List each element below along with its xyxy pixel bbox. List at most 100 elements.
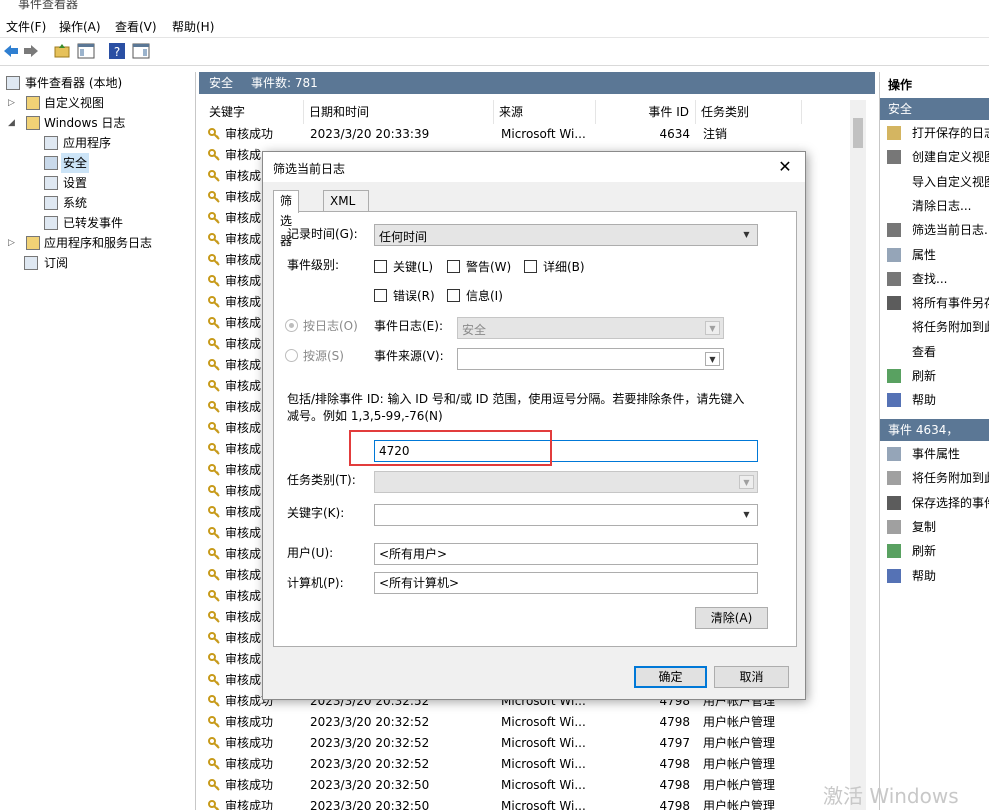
action-item[interactable]: 刷新 <box>880 365 989 387</box>
menu-file[interactable]: 文件(F) <box>6 18 46 35</box>
actions-section-log[interactable]: 安全 <box>880 98 989 120</box>
action-item[interactable]: 事件属性 <box>880 443 989 465</box>
task-category-select[interactable]: ▼ <box>374 471 758 493</box>
back-arrow-icon[interactable] <box>2 42 20 60</box>
column-source[interactable]: 来源 <box>494 100 596 124</box>
logged-select[interactable]: 任何时间 ▼ <box>374 224 758 246</box>
cell-datetime: 2023/3/20 20:32:50 <box>310 778 430 792</box>
table-row[interactable]: 审核成功 2023/3/20 20:33:39 Microsoft Wi... 463… <box>204 124 804 145</box>
menu-bar: 文件(F) 操作(A) 查看(V) 帮助(H) <box>0 14 989 38</box>
scrollbar-thumb[interactable] <box>853 118 863 148</box>
help-icon[interactable]: ? <box>108 42 126 60</box>
event-logs-select[interactable]: 安全 ▼ <box>457 317 724 339</box>
forward-arrow-icon[interactable] <box>22 42 40 60</box>
checkbox-critical[interactable] <box>374 260 387 273</box>
column-event-id[interactable]: 事件 ID <box>596 100 696 124</box>
menu-action[interactable]: 操作(A) <box>59 18 101 35</box>
menu-view[interactable]: 查看(V) <box>115 18 157 35</box>
computer-input[interactable]: <所有计算机> <box>374 572 758 594</box>
cell-task-category: 用户帐户管理 <box>703 715 776 729</box>
user-input[interactable]: <所有用户> <box>374 543 758 565</box>
user-value: <所有用户> <box>379 547 448 561</box>
cell-keyword: 审核成 <box>225 610 262 624</box>
tab-filter[interactable]: 筛选器 <box>273 190 300 248</box>
actions-section-event[interactable]: 事件 4634，Micro <box>880 419 989 459</box>
action-item[interactable]: 将所有事件另存 <box>880 292 989 314</box>
keywords-select[interactable]: ▼ <box>374 504 758 526</box>
navigation-tree: 事件查看器 (本地) ▷ 自定义视图 ◢ Windows 日志 应用程序 安全 … <box>0 72 196 810</box>
table-row[interactable]: 审核成功 2023/3/20 20:32:52 Microsoft Wi... 479… <box>204 733 804 754</box>
dialog-title-bar: 筛选当前日志 ✕ <box>263 152 805 182</box>
checkbox-error[interactable] <box>374 289 387 302</box>
tree-log-security[interactable]: 安全 <box>44 153 104 173</box>
action-label: 保存选择的事件 <box>912 495 989 510</box>
folder-up-icon[interactable] <box>53 42 71 60</box>
action-item[interactable]: 导入自定义视图 <box>880 171 989 193</box>
keywords-label: 关键字(K): <box>287 506 345 520</box>
event-sources-select[interactable]: ▼ <box>457 348 724 370</box>
tree-windows-logs[interactable]: ◢ Windows 日志 <box>8 113 188 133</box>
action-item[interactable]: 清除日志... <box>880 195 989 217</box>
folder-icon <box>26 236 40 250</box>
action-item[interactable]: 保存选择的事件 <box>880 492 989 514</box>
action-item[interactable]: 查找... <box>880 268 989 290</box>
action-item[interactable]: 将任务附加到此 <box>880 467 989 489</box>
cell-keyword: 审核成 <box>225 631 262 645</box>
event-list-header: 安全 事件数: 781 <box>199 72 875 94</box>
action-item[interactable]: 帮助 <box>880 389 989 411</box>
action-label: 筛选当前日志... <box>912 223 989 238</box>
checkbox-warning[interactable] <box>447 260 460 273</box>
copy-icon <box>887 519 901 534</box>
key-icon <box>208 527 220 539</box>
table-row[interactable]: 审核成功 2023/3/20 20:32:52 Microsoft Wi... 479… <box>204 754 804 775</box>
tree-app-service-logs[interactable]: ▷ 应用程序和服务日志 <box>8 233 194 253</box>
checkbox-information[interactable] <box>447 289 460 302</box>
checkbox-verbose[interactable] <box>524 260 537 273</box>
cell-keyword: 审核成 <box>225 148 262 162</box>
table-row[interactable]: 审核成功 2023/3/20 20:32:52 Microsoft Wi... 479… <box>204 712 804 733</box>
action-label: 复制 <box>912 519 937 534</box>
key-icon <box>208 506 220 518</box>
tree-app-service-logs-label: 应用程序和服务日志 <box>44 236 153 250</box>
table-row[interactable]: 审核成功 2023/3/20 20:32:50 Microsoft Wi... 479… <box>204 775 804 796</box>
action-item[interactable]: 查看 <box>880 341 989 363</box>
computer-label: 计算机(P): <box>287 576 344 590</box>
expand-icon[interactable]: ▷ <box>8 233 18 253</box>
column-task-category[interactable]: 任务类别 <box>696 100 802 124</box>
cell-keyword: 审核成功 <box>225 715 274 729</box>
radio-by-source[interactable] <box>285 349 298 362</box>
cancel-button[interactable]: 取消 <box>714 666 789 688</box>
action-item[interactable]: 帮助 <box>880 565 989 587</box>
action-item[interactable]: 筛选当前日志... <box>880 219 989 241</box>
action-item[interactable]: 刷新 <box>880 540 989 562</box>
action-item[interactable]: 将任务附加到此 <box>880 316 989 338</box>
expand-icon[interactable]: ▷ <box>8 93 18 113</box>
vertical-scrollbar[interactable] <box>850 100 866 810</box>
action-item[interactable]: 复制 <box>880 516 989 538</box>
cell-keyword: 审核成 <box>225 232 262 246</box>
show-hide-tree-icon[interactable] <box>77 42 95 60</box>
tree-log-forwarded[interactable]: 已转发事件 <box>44 213 164 233</box>
column-datetime[interactable]: 日期和时间 <box>304 100 494 124</box>
action-item[interactable]: 创建自定义视图 <box>880 146 989 168</box>
radio-by-log[interactable] <box>285 319 298 332</box>
collapse-icon[interactable]: ◢ <box>8 113 18 133</box>
key-icon <box>208 275 220 287</box>
show-hide-action-pane-icon[interactable] <box>132 42 150 60</box>
tree-root-label: 事件查看器 (本地) <box>25 76 123 90</box>
folder-icon <box>26 116 40 130</box>
tab-xml[interactable]: XML <box>323 190 369 212</box>
menu-help[interactable]: 帮助(H) <box>172 18 214 35</box>
chevron-down-icon: ▼ <box>743 230 750 239</box>
tree-custom-views[interactable]: ▷ 自定义视图 <box>8 93 188 113</box>
column-keyword[interactable]: 关键字 <box>204 100 304 124</box>
event-logs-label: 事件日志(E): <box>374 319 443 333</box>
action-item[interactable]: 打开保存的日志 <box>880 122 989 144</box>
close-icon[interactable]: ✕ <box>775 157 795 177</box>
action-item[interactable]: 属性 <box>880 244 989 266</box>
log-icon <box>44 176 58 190</box>
ok-button[interactable]: 确定 <box>634 666 707 688</box>
clear-button[interactable]: 清除(A) <box>695 607 768 629</box>
table-row[interactable]: 审核成功 2023/3/20 20:32:50 Microsoft Wi... 479… <box>204 796 804 810</box>
cell-keyword: 审核成 <box>225 169 262 183</box>
